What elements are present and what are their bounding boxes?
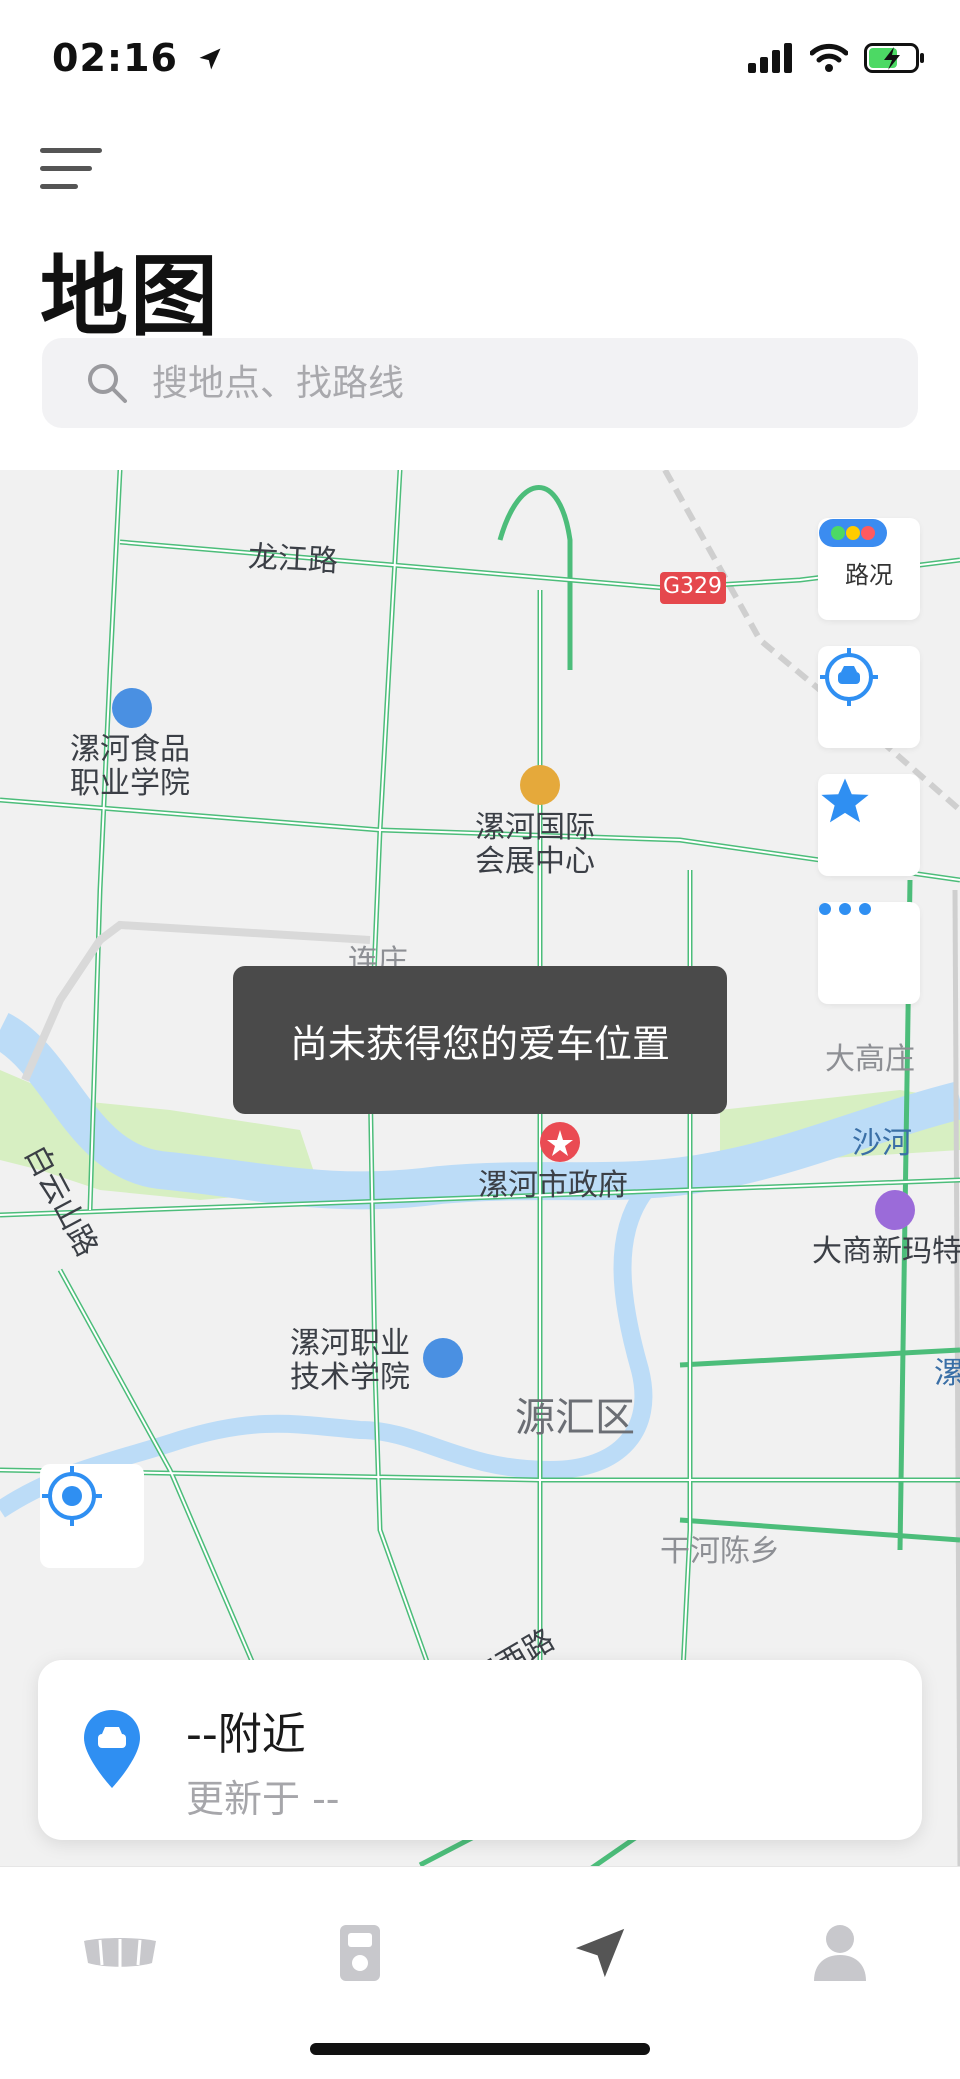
battery-charging-icon — [864, 43, 924, 73]
map-label-road: 龙江路 — [247, 539, 339, 580]
map-label-village: 干河陈乡 — [660, 1534, 780, 1569]
map-label-village: 大高庄 — [825, 1042, 915, 1077]
my-location-button[interactable] — [40, 1464, 144, 1568]
star-icon — [821, 778, 869, 823]
car-pin-icon — [84, 1710, 140, 1788]
traffic-label: 路况 — [845, 560, 893, 589]
vehicle-location-updated: 更新于 -- — [186, 1777, 340, 1821]
status-icons — [748, 40, 926, 76]
map-label-poi: 会展中心 — [475, 844, 595, 879]
vehicle-location-card[interactable]: --附近 更新于 -- — [38, 1660, 922, 1840]
map-label-poi: 漯河国际 — [475, 810, 595, 845]
map-label-poi: 漯河职业 — [290, 1326, 410, 1361]
cellular-signal-icon — [748, 43, 792, 73]
status-time-text: 02:16 — [52, 36, 178, 80]
vehicle-location-title: --附近 — [186, 1709, 306, 1760]
location-arrow-icon — [199, 48, 221, 70]
map-label-poi: 技术学院 — [290, 1360, 410, 1395]
more-button[interactable] — [818, 902, 920, 1004]
remote-key-icon — [340, 1925, 380, 1981]
car-target-icon — [820, 648, 878, 706]
traffic-lights-icon — [819, 519, 887, 547]
tab-profile[interactable] — [780, 1913, 900, 1993]
menu-icon — [40, 148, 102, 189]
car-locate-button[interactable] — [818, 646, 920, 748]
map-label-poi: 职业学院 — [70, 766, 190, 801]
status-time: 02:16 — [52, 36, 224, 80]
traffic-button[interactable]: 路况 — [818, 518, 920, 620]
search-input[interactable] — [150, 361, 854, 405]
college-poi-marker — [423, 1338, 463, 1378]
user-icon — [814, 1925, 866, 1981]
crosshair-icon — [42, 1466, 102, 1526]
more-dots-icon — [819, 903, 871, 915]
navigation-arrow-icon — [575, 1928, 625, 1978]
museum-poi-marker — [520, 765, 560, 805]
map-label-poi: 漯河市政府 — [478, 1168, 628, 1203]
map-label-poi: 大商新玛特 — [812, 1234, 960, 1269]
map-label-poi: 漯 — [934, 1356, 960, 1391]
tab-map[interactable] — [540, 1913, 660, 1993]
toast-message: 尚未获得您的爱车位置 — [233, 966, 727, 1114]
favorites-button[interactable] — [818, 774, 920, 876]
tab-remote[interactable] — [300, 1913, 420, 1993]
highway-shield-label: G329 — [663, 574, 723, 599]
school-poi-marker — [112, 688, 152, 728]
map-view[interactable]: 龙江路 G329 漯河食品 职业学院 漯河国际 会展中心 连庄 大高庄 沙河 白… — [0, 470, 960, 1866]
map-label-district: 源汇区 — [515, 1395, 635, 1441]
page-title: 地图 — [40, 245, 221, 348]
car-grille-icon — [84, 1938, 156, 1967]
menu-button[interactable] — [40, 146, 106, 194]
shopping-poi-marker — [875, 1190, 915, 1230]
home-indicator — [310, 2043, 650, 2055]
wifi-icon — [810, 43, 848, 72]
search-icon — [88, 364, 127, 403]
map-label-river: 沙河 — [852, 1126, 912, 1161]
tab-vehicle[interactable] — [60, 1913, 180, 1993]
map-label-poi: 漯河食品 — [70, 732, 190, 767]
search-bar[interactable] — [42, 338, 918, 428]
